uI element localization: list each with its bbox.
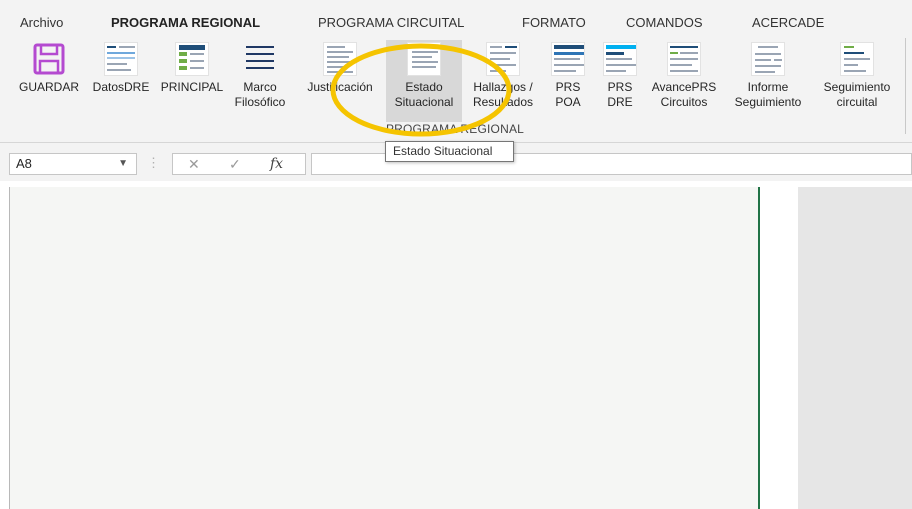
tab-acercade[interactable]: ACERCADE	[752, 15, 824, 30]
sheet-thumbnail-icon	[323, 42, 357, 76]
hallazgos-resultados-button[interactable]: Hallazgos / Resultados	[463, 42, 543, 124]
ribbon-panel: GUARDAR DatosDRE PRINCIPAL Marco Filosóf…	[0, 34, 912, 143]
principal-button[interactable]: PRINCIPAL	[156, 42, 228, 124]
workspace-background	[798, 187, 912, 509]
datosdre-button[interactable]: DatosDRE	[86, 42, 156, 124]
prs-poa-button[interactable]: PRS POA	[543, 42, 593, 124]
sheet-thumbnail-icon	[667, 42, 701, 76]
ribbon-button-label: Hallazgos / Resultados	[472, 80, 534, 109]
enter-check-icon[interactable]: ✓	[229, 156, 241, 173]
ribbon-button-label: AvancePRS Circuitos	[651, 80, 717, 109]
seguimiento-circuital-button[interactable]: Seguimiento circuital	[812, 42, 902, 124]
resize-handle-icon[interactable]: ⋮	[147, 155, 160, 171]
sheet-thumbnail-icon	[551, 42, 585, 76]
tab-programa-regional[interactable]: PROGRAMA REGIONAL	[111, 15, 261, 38]
tab-formato[interactable]: FORMATO	[522, 15, 586, 30]
ribbon-button-label: Estado Situacional	[394, 80, 454, 109]
lines-icon	[243, 42, 277, 76]
marco-filosofico-button[interactable]: Marco Filosófico	[230, 42, 290, 124]
ribbon-button-label: PRS DRE	[607, 80, 633, 109]
sheet-thumbnail-icon	[840, 42, 874, 76]
formula-controls: ✕ ✓ fx	[172, 153, 306, 175]
chevron-down-icon[interactable]: ▼	[118, 154, 128, 174]
ribbon-button-label: GUARDAR	[18, 80, 79, 94]
sheet-thumbnail-icon	[603, 42, 637, 76]
tooltip: Estado Situacional	[385, 141, 514, 162]
sheet-thumbnail-icon	[486, 42, 520, 76]
sheet-gutter	[760, 187, 798, 509]
informe-seguimiento-button[interactable]: Informe Seguimiento	[724, 42, 812, 124]
excel-window: Archivo PROGRAMA REGIONAL PROGRAMA CIRCU…	[0, 0, 912, 509]
ribbon-tab-bar: Archivo PROGRAMA REGIONAL PROGRAMA CIRCU…	[0, 0, 912, 38]
tab-comandos[interactable]: COMANDOS	[626, 15, 703, 30]
ribbon-button-label: PRS POA	[555, 80, 581, 109]
sheet-thumbnail-icon	[407, 42, 441, 76]
ribbon-group-label: PROGRAMA REGIONAL	[385, 122, 525, 136]
ribbon-button-label: Seguimiento circuital	[823, 80, 891, 109]
sheet-thumbnail-icon	[751, 42, 785, 76]
floppy-disk-icon	[33, 43, 65, 75]
tab-programa-circuital[interactable]: PROGRAMA CIRCUITAL	[318, 15, 464, 30]
ribbon-button-label: DatosDRE	[92, 80, 150, 94]
ribbon-button-label: Informe Seguimiento	[734, 80, 802, 109]
sheet-thumbnail-icon	[175, 42, 209, 76]
worksheet-area[interactable]	[9, 187, 760, 509]
estado-situacional-button[interactable]: Estado Situacional	[386, 40, 462, 122]
avanceprs-circuitos-button[interactable]: AvancePRS Circuitos	[644, 42, 724, 124]
sheet-thumbnail-icon	[104, 42, 138, 76]
insert-function-icon[interactable]: fx	[270, 156, 283, 172]
tab-archivo[interactable]: Archivo	[20, 15, 63, 30]
ribbon-button-label: Marco Filosófico	[234, 80, 286, 109]
justificacion-button[interactable]: Justificación	[297, 42, 383, 124]
ribbon-button-label: PRINCIPAL	[160, 80, 224, 94]
guardar-button[interactable]: GUARDAR	[14, 42, 84, 124]
ribbon-separator	[905, 38, 906, 134]
ribbon-button-label: Justificación	[307, 80, 373, 94]
name-box[interactable]: A8 ▼	[9, 153, 137, 175]
cancel-icon[interactable]: ✕	[188, 156, 200, 173]
prs-dre-button[interactable]: PRS DRE	[597, 42, 643, 124]
name-box-value: A8	[16, 156, 32, 171]
